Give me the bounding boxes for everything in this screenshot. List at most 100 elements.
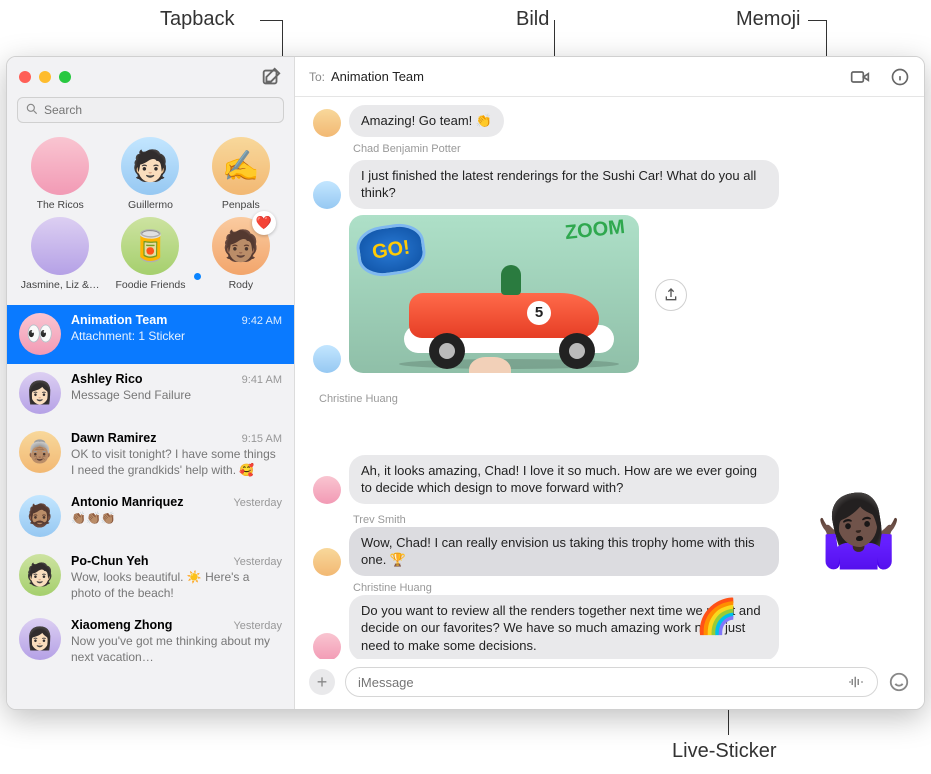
search-icon [25,102,39,116]
sender-avatar[interactable] [313,345,341,373]
sidebar: The Ricos🧑🏻Guillermo✍️PenpalsJasmine, Li… [7,57,295,709]
to-name: Animation Team [331,69,424,84]
sender-name: Chad Benjamin Potter [353,143,743,155]
conversation-time: 9:41 AM [242,374,282,386]
sender-avatar[interactable] [313,476,341,504]
window-close-button[interactable] [19,71,31,83]
hand-heart-sticker [469,357,511,373]
sender-name: Christine Huang [353,582,743,594]
message-bubble[interactable]: Amazing! Go team! 👏 [349,105,504,137]
video-call-icon[interactable] [850,67,870,87]
sender-avatar[interactable] [313,548,341,576]
callout-bild: Bild [516,8,549,31]
window-maximize-button[interactable] [59,71,71,83]
message-bubble[interactable]: Ah, it looks amazing, Chad! I love it so… [349,455,779,504]
conversation-preview: 👏🏽👏🏽👏🏽 [71,511,282,527]
conversation-time: Yesterday [233,556,282,568]
pinned-label: Penpals [222,199,260,211]
rainbow-live-sticker[interactable]: 🌈 [696,597,738,637]
conversation-item[interactable]: 👩🏻 Ashley Rico 9:41 AM Message Send Failure [7,364,294,423]
conversation-name: Ashley Rico [71,372,143,386]
conversation-avatar: 🧑🏻 [19,554,61,596]
composer: + [295,659,924,709]
pinned-label: Rody [229,279,254,291]
conversation-name: Dawn Ramirez [71,431,156,445]
pinned-avatar: 🧑🏽❤️ [212,217,270,275]
message-row: I just finished the latest renderings fo… [313,160,906,209]
pinned-conversation[interactable]: 🧑🏽❤️ Rody [196,217,286,291]
conversation-time: Yesterday [233,620,282,632]
memoji-sticker[interactable]: 🤷🏿‍♀️ [804,477,914,587]
conversation-preview: Message Send Failure [71,388,282,404]
to-label: To: [309,70,325,84]
pinned-conversation[interactable]: The Ricos [15,137,105,211]
tapback-heart-icon: ❤️ [252,211,276,235]
conversation-item[interactable]: 🧑🏻 Po-Chun Yeh Yesterday Wow, looks beautif… [7,546,294,610]
callout-tapback: Tapback [160,8,235,31]
pinned-avatar [31,137,89,195]
image-attachment[interactable]: 5 GO! ZOOM [349,215,639,373]
sender-name: Trev Smith [353,514,743,526]
conversation-avatar: 👩🏻 [19,372,61,414]
conversation-pane: To: Animation Team Trev Smith Amazing! G… [295,57,924,709]
conversation-item[interactable]: 👩🏻Xiaomeng ZhongYesterdayNow you've got … [7,610,294,674]
message-bubble[interactable]: Wow, Chad! I can really envision us taki… [349,527,779,576]
callout-line [260,20,282,21]
conversation-name: Xiaomeng Zhong [71,618,172,632]
message-input[interactable] [358,675,839,690]
compose-button[interactable] [260,66,282,88]
titlebar [7,57,294,97]
sender-avatar[interactable] [313,633,341,659]
pinned-avatar: 🥫 [121,217,179,275]
conversation-preview: Attachment: 1 Sticker [71,329,282,345]
conversation-avatar: 🧔🏽 [19,495,61,537]
conversation-avatar: 👵🏽 [19,431,61,473]
message-input-container [345,667,878,697]
share-button[interactable] [655,279,687,311]
pinned-conversation[interactable]: 🧑🏻Guillermo [105,137,195,211]
emoji-picker-icon[interactable] [888,671,910,693]
conversation-name: Po-Chun Yeh [71,554,149,568]
conversation-time: Yesterday [233,497,282,509]
conversation-item[interactable]: 👀Animation Team9:42 AMAttachment: 1 Stic… [7,305,294,364]
message-row: Do you want to review all the renders to… [313,595,906,659]
pinned-avatar: ✍️ [212,137,270,195]
conversation-item[interactable]: 🧔🏽 Antonio Manriquez Yesterday 👏🏽👏🏽👏🏽 [7,487,294,546]
pinned-conversation[interactable]: ✍️ Penpals [196,137,286,211]
traffic-lights [19,71,71,83]
car-number: 5 [527,301,551,325]
info-icon[interactable] [890,67,910,87]
pinned-conversations: The Ricos 🧑🏻Guillermo ✍️ Penpals Jasmine, Li… [7,131,294,305]
pinned-avatar [31,217,89,275]
message-bubble[interactable]: I just finished the latest renderings fo… [349,160,779,209]
callout-livesticker: Live-Sticker [672,740,776,763]
conversation-list[interactable]: 👀Animation Team9:42 AMAttachment: 1 Stic… [7,305,294,709]
conversation-name: Animation Team [71,313,167,327]
apps-button[interactable]: + [309,669,335,695]
pinned-conversation[interactable]: 🥫 Foodie Friends [105,217,195,291]
callout-line [808,20,826,21]
pinned-conversation[interactable]: Jasmine, Liz &… [15,217,105,291]
pinned-label: Foodie Friends [115,279,185,291]
conversation-preview: Wow, looks beautiful. ☀️ Here's a photo … [71,570,282,601]
conversation-time: 9:42 AM [242,315,282,327]
sender-avatar[interactable] [313,181,341,209]
pinned-label: Guillermo [128,199,173,211]
unread-indicator [194,273,201,280]
conversation-preview: Now you've got me thinking about my next… [71,634,282,665]
window-minimize-button[interactable] [39,71,51,83]
pinned-label: The Ricos [37,199,84,211]
search-input[interactable] [17,97,284,123]
message-thread[interactable]: Trev Smith Amazing! Go team! 👏 Chad Benj… [295,97,924,659]
conversation-name: Antonio Manriquez [71,495,184,509]
go-sticker: GO! [354,220,428,279]
conversation-item[interactable]: 👵🏽 Dawn Ramirez 9:15 AM OK to visit tonight… [7,423,294,487]
message-row: Trev Smith Amazing! Go team! 👏 [313,105,906,137]
sender-avatar[interactable] [313,109,341,137]
audio-waveform-icon[interactable] [847,673,865,691]
messages-window: The Ricos🧑🏻Guillermo✍️PenpalsJasmine, Li… [6,56,925,710]
conversation-header: To: Animation Team [295,57,924,97]
conversation-preview: OK to visit tonight? I have some things … [71,447,282,478]
conversation-time: 9:15 AM [242,433,282,445]
pinned-label: Jasmine, Liz &… [21,279,100,291]
